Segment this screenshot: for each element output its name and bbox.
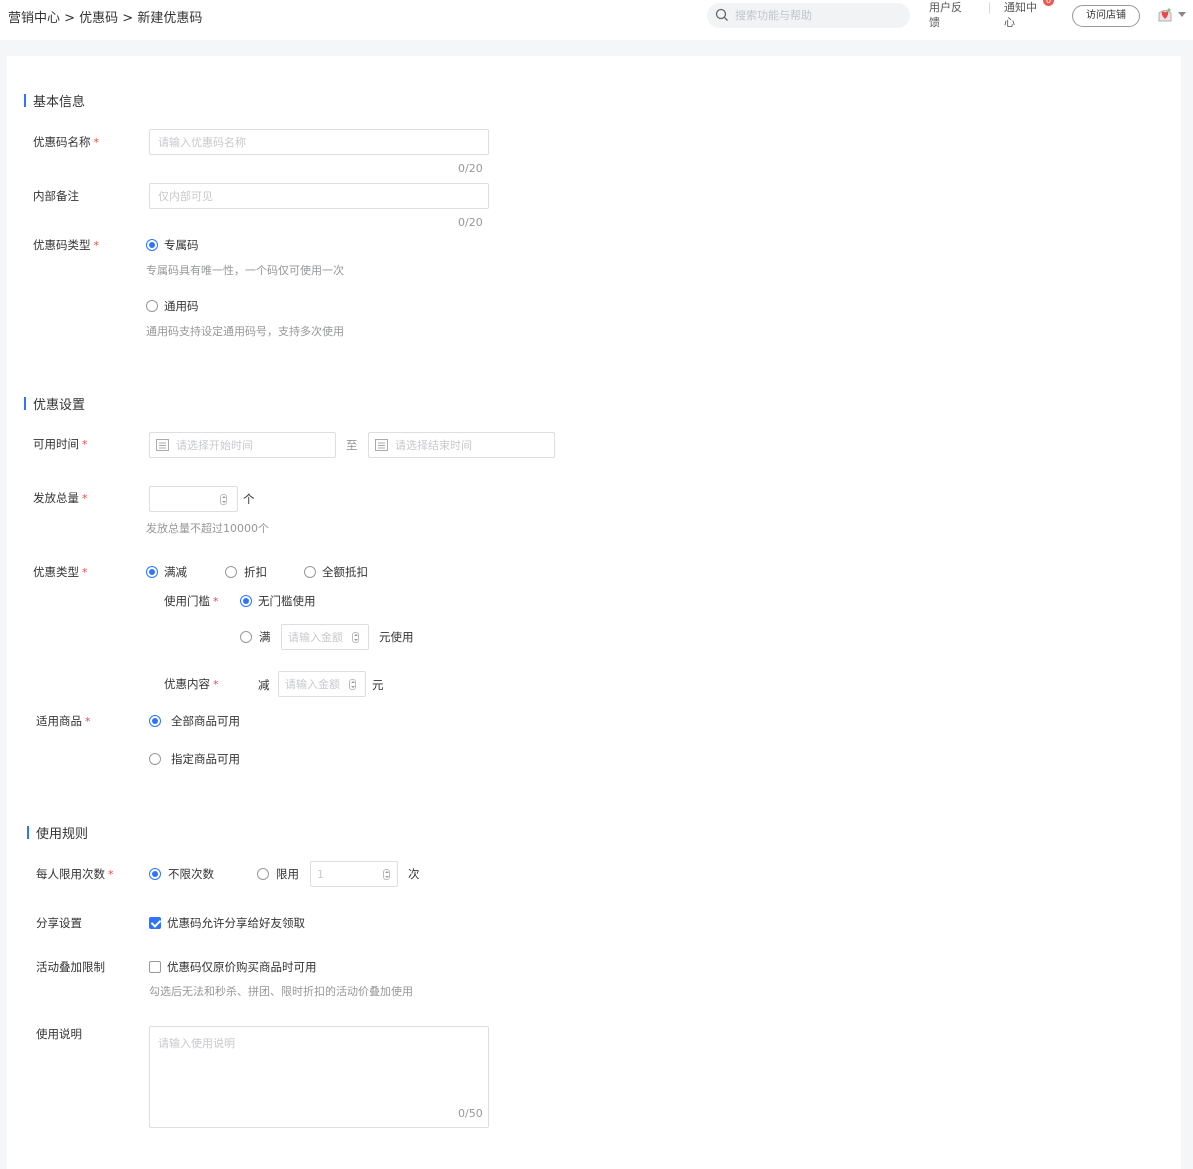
top-bar: 营销中心 > 优惠码 > 新建优惠码 用户反馈 通知中心 0 访问店铺 bbox=[0, 0, 1193, 40]
stack-limit-label: 活动叠加限制 bbox=[36, 960, 105, 974]
radio-unlimited[interactable] bbox=[149, 868, 161, 880]
stepper-icon[interactable] bbox=[383, 869, 390, 880]
divider bbox=[989, 2, 990, 14]
share-option[interactable]: 优惠码允许分享给好友领取 bbox=[167, 915, 305, 931]
no-threshold-option[interactable]: 无门槛使用 bbox=[258, 593, 316, 609]
required-mark: * bbox=[93, 239, 100, 252]
section-title-discount: 优惠设置 bbox=[24, 394, 85, 413]
radio-no-threshold[interactable] bbox=[240, 595, 252, 607]
total-quantity-stepper[interactable] bbox=[149, 486, 238, 512]
stepper-icon[interactable] bbox=[349, 679, 356, 690]
exclusive-code-option[interactable]: 专属码 bbox=[164, 237, 199, 253]
total-unit: 个 bbox=[243, 492, 255, 506]
all-goods-option[interactable]: 全部商品可用 bbox=[171, 713, 240, 729]
full-deduct-option[interactable]: 全额抵扣 bbox=[322, 564, 368, 580]
content-suffix: 元 bbox=[372, 678, 384, 692]
radio-general-code[interactable] bbox=[146, 300, 158, 312]
discount-content-label: 优惠内容 * bbox=[164, 677, 219, 691]
threshold-label: 使用门槛 * bbox=[164, 594, 219, 608]
exclusive-code-hint: 专属码具有唯一性，一个码仅可使用一次 bbox=[146, 264, 344, 277]
radio-all-goods[interactable] bbox=[149, 715, 161, 727]
search-input[interactable] bbox=[735, 6, 905, 25]
end-time-input[interactable] bbox=[395, 435, 545, 455]
required-mark: * bbox=[108, 868, 114, 881]
limited-option[interactable]: 限用 bbox=[276, 866, 299, 882]
chevron-down-icon[interactable] bbox=[1178, 12, 1186, 17]
general-code-option[interactable]: 通用码 bbox=[164, 298, 199, 314]
radio-discount[interactable] bbox=[225, 566, 237, 578]
limit-count-stepper[interactable] bbox=[310, 861, 398, 887]
total-quantity-label: 发放总量 * bbox=[33, 491, 88, 505]
note-label: 内部备注 bbox=[33, 189, 79, 203]
usage-description-label: 使用说明 bbox=[36, 1027, 82, 1041]
required-mark: * bbox=[82, 566, 88, 579]
stack-hint: 勾选后无法和秒杀、拼团、限时折扣的活动价叠加使用 bbox=[149, 985, 413, 998]
discount-type-label: 优惠类型 * bbox=[33, 565, 88, 579]
radio-full-deduct[interactable] bbox=[304, 566, 316, 578]
usage-description-input[interactable] bbox=[150, 1027, 488, 1127]
radio-specific-goods[interactable] bbox=[149, 753, 161, 765]
content-prefix: 减 bbox=[258, 678, 270, 692]
discount-amount-input[interactable] bbox=[285, 674, 347, 694]
limit-unit: 次 bbox=[408, 867, 420, 881]
unlimited-option[interactable]: 不限次数 bbox=[168, 866, 214, 882]
avatar[interactable] bbox=[1156, 6, 1174, 24]
available-time-label: 可用时间 * bbox=[33, 437, 88, 451]
usage-description-box[interactable]: 0/50 bbox=[149, 1026, 489, 1128]
limit-count-input[interactable] bbox=[317, 864, 379, 884]
coupon-type-label: 优惠码类型 * bbox=[33, 238, 100, 252]
radio-limited[interactable] bbox=[257, 868, 269, 880]
threshold-amount-input[interactable] bbox=[288, 627, 350, 647]
stepper-icon[interactable] bbox=[220, 494, 227, 505]
share-setting-label: 分享设置 bbox=[36, 916, 82, 930]
stepper-icon[interactable] bbox=[352, 632, 359, 643]
feedback-link[interactable]: 用户反馈 bbox=[929, 0, 969, 30]
total-hint: 发放总量不超过10000个 bbox=[146, 522, 269, 535]
required-mark: * bbox=[82, 492, 88, 505]
discount-amount-stepper[interactable] bbox=[278, 671, 366, 697]
notice-center-link[interactable]: 通知中心 bbox=[1004, 0, 1044, 30]
coupon-name-input[interactable] bbox=[149, 129, 489, 155]
specific-goods-option[interactable]: 指定商品可用 bbox=[171, 751, 240, 767]
radio-threshold-full[interactable] bbox=[240, 631, 252, 643]
discount-option[interactable]: 折扣 bbox=[244, 564, 267, 580]
visit-store-button[interactable]: 访问店铺 bbox=[1072, 5, 1140, 27]
threshold-suffix: 元使用 bbox=[379, 630, 414, 644]
required-mark: * bbox=[93, 136, 100, 149]
required-mark: * bbox=[82, 438, 88, 451]
total-quantity-input[interactable] bbox=[156, 489, 212, 509]
section-title-basic: 基本信息 bbox=[24, 91, 85, 110]
search-icon bbox=[715, 8, 728, 21]
threshold-full-option[interactable]: 满 bbox=[259, 629, 271, 645]
section-title-rules: 使用规则 bbox=[27, 823, 88, 842]
required-mark: * bbox=[213, 678, 219, 691]
description-counter: 0/50 bbox=[458, 1107, 483, 1120]
radio-full-reduce[interactable] bbox=[146, 566, 158, 578]
breadcrumb: 营销中心 > 优惠码 > 新建优惠码 bbox=[8, 11, 203, 26]
general-code-hint: 通用码支持设定通用码号，支持多次使用 bbox=[146, 325, 344, 338]
start-time-picker[interactable] bbox=[149, 432, 336, 458]
threshold-amount-stepper[interactable] bbox=[281, 624, 369, 650]
to-label: 至 bbox=[346, 438, 358, 452]
note-counter: 0/20 bbox=[458, 216, 483, 229]
share-checkbox[interactable] bbox=[149, 917, 161, 929]
stack-option[interactable]: 优惠码仅原价购买商品时可用 bbox=[167, 959, 317, 975]
calendar-icon bbox=[156, 439, 169, 451]
name-counter: 0/20 bbox=[458, 162, 483, 175]
search-box[interactable] bbox=[707, 3, 910, 28]
notice-badge: 0 bbox=[1043, 0, 1054, 6]
internal-note-input[interactable] bbox=[149, 183, 489, 209]
per-user-limit-label: 每人限用次数 * bbox=[36, 867, 114, 881]
calendar-icon bbox=[375, 439, 388, 451]
form-panel: 基本信息 优惠码名称* 0/20 内部备注 0/20 优惠码类型* 专属码 专属… bbox=[7, 56, 1181, 1169]
radio-exclusive-code[interactable] bbox=[146, 239, 158, 251]
start-time-input[interactable] bbox=[176, 435, 326, 455]
required-mark: * bbox=[85, 715, 91, 728]
required-mark: * bbox=[213, 595, 219, 608]
applicable-goods-label: 适用商品 * bbox=[36, 714, 91, 728]
stack-checkbox[interactable] bbox=[149, 961, 161, 973]
full-reduce-option[interactable]: 满减 bbox=[164, 564, 187, 580]
end-time-picker[interactable] bbox=[368, 432, 555, 458]
name-label: 优惠码名称 * bbox=[33, 135, 100, 149]
